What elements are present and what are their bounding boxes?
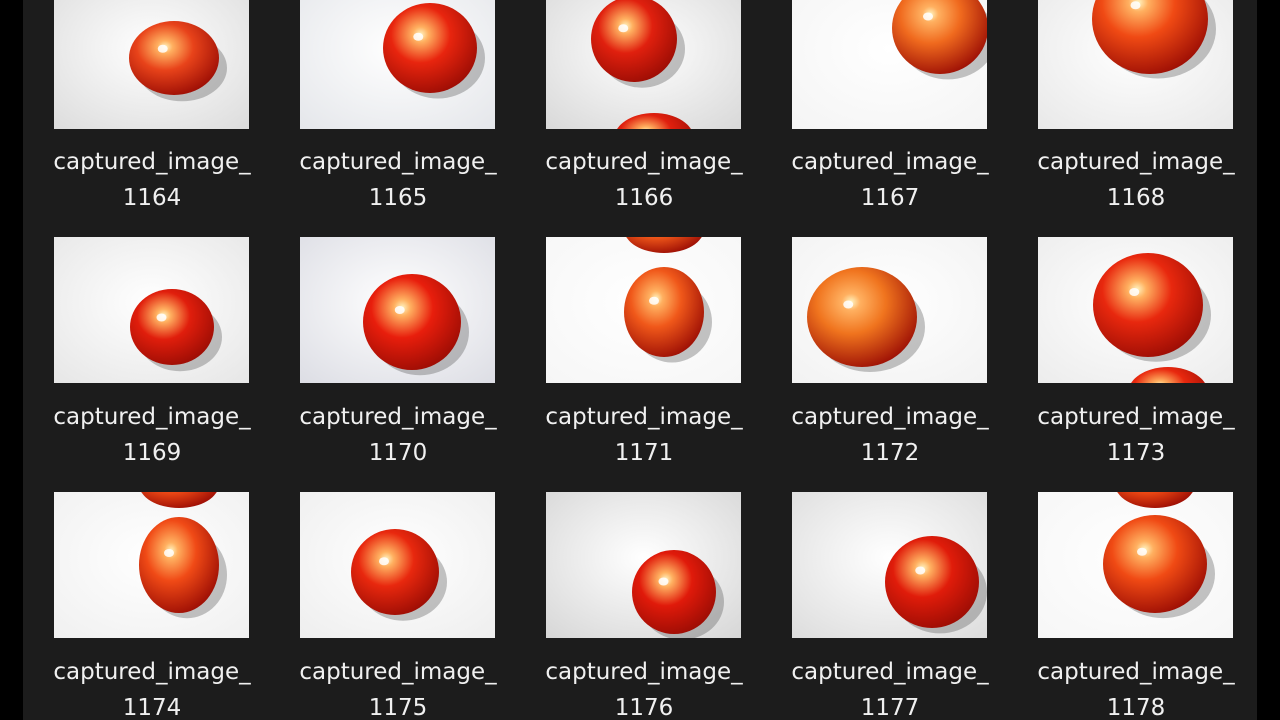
file-name: captured_image_ 1172 [791,404,989,466]
file-name: captured_image_ 1169 [53,404,251,466]
image-thumbnail [792,492,987,638]
tomato-photo [300,237,495,383]
file-item[interactable]: captured_image_ 1174 [23,492,269,720]
file-item[interactable]: captured_image_ 1173 [1007,237,1253,482]
image-thumbnail [546,237,741,383]
tomato-photo [300,492,495,638]
tomato-photo [1038,492,1233,638]
file-name: captured_image_ 1174 [53,659,251,720]
image-thumbnail [546,492,741,638]
file-name: captured_image_ 1170 [299,404,497,466]
file-item[interactable]: captured_image_ 1168 [1007,0,1253,245]
image-thumbnail [1038,237,1233,383]
tomato-photo [792,492,987,638]
tomato-photo [1038,0,1233,129]
image-thumbnail [54,492,249,638]
image-thumbnail [300,237,495,383]
file-name: captured_image_ 1173 [1037,404,1235,466]
file-item[interactable]: captured_image_ 1178 [1007,492,1253,720]
file-name: captured_image_ 1171 [545,404,743,466]
tomato-photo [792,0,987,129]
file-name: captured_image_ 1175 [299,659,497,720]
file-name: captured_image_ 1165 [299,149,497,211]
image-thumbnail [792,0,987,129]
file-item[interactable]: captured_image_ 1177 [761,492,1007,720]
tomato-photo [54,237,249,383]
tomato-photo [1038,237,1233,383]
file-item[interactable]: captured_image_ 1164 [23,0,269,245]
tomato-photo [54,0,249,129]
image-thumbnail [300,492,495,638]
file-grid: captured_image_ 1164 captured_image_ 1165 … [23,0,1257,720]
tomato-photo [546,492,741,638]
image-thumbnail [1038,492,1233,638]
file-item[interactable]: captured_image_ 1171 [515,237,761,482]
file-name: captured_image_ 1164 [53,149,251,211]
tomato-photo [54,492,249,638]
file-item[interactable]: captured_image_ 1170 [269,237,515,482]
tomato-photo [792,237,987,383]
tomato-photo [300,0,495,129]
file-name: captured_image_ 1176 [545,659,743,720]
file-item[interactable]: captured_image_ 1172 [761,237,1007,482]
tomato-photo [546,0,741,129]
file-name: captured_image_ 1178 [1037,659,1235,720]
image-thumbnail [300,0,495,129]
file-name: captured_image_ 1166 [545,149,743,211]
file-item[interactable]: captured_image_ 1169 [23,237,269,482]
file-item[interactable]: captured_image_ 1166 [515,0,761,245]
image-thumbnail [546,0,741,129]
image-thumbnail [54,237,249,383]
file-name: captured_image_ 1177 [791,659,989,720]
image-thumbnail [792,237,987,383]
file-item[interactable]: captured_image_ 1165 [269,0,515,245]
file-item[interactable]: captured_image_ 1167 [761,0,1007,245]
image-thumbnail [1038,0,1233,129]
tomato-photo [546,237,741,383]
file-item[interactable]: captured_image_ 1176 [515,492,761,720]
file-item[interactable]: captured_image_ 1175 [269,492,515,720]
file-name: captured_image_ 1168 [1037,149,1235,211]
image-thumbnail [54,0,249,129]
file-name: captured_image_ 1167 [791,149,989,211]
